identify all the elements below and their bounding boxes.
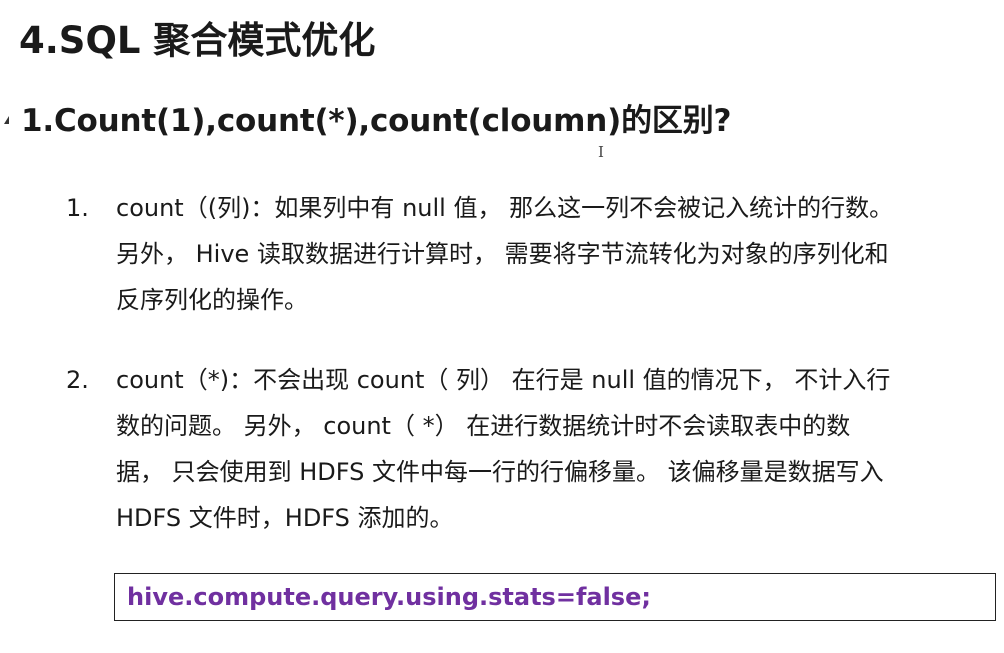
code-text: hive.compute.query.using.stats=false;	[127, 583, 651, 611]
list-text-line: HDFS 文件时，HDFS 添加的。	[116, 504, 454, 532]
page-title: 4.SQL 聚合模式优化	[19, 19, 376, 62]
list-text-line: count（*)：不会出现 count（ 列） 在行是 null 值的情况下， …	[116, 366, 891, 394]
list-text-line: 反序列化的操作。	[116, 286, 308, 314]
list-number: 1.	[66, 194, 89, 222]
text-cursor-icon: I	[598, 143, 604, 161]
list-text-line: 另外， Hive 读取数据进行计算时， 需要将字节流转化为对象的序列化和	[116, 240, 889, 268]
list-text-line: 数的问题。 另外， count（ *） 在进行数据统计时不会读取表中的数	[116, 412, 851, 440]
list-number: 2.	[66, 366, 89, 394]
list-text-line: count（(列)：如果列中有 null 值， 那么这一列不会被记入统计的行数。	[116, 194, 894, 222]
list-text-line: 据， 只会使用到 HDFS 文件中每一行的行偏移量。 该偏移量是数据写入	[116, 458, 884, 486]
collapse-triangle-icon[interactable]	[4, 116, 9, 124]
section-heading: 1.Count(1),count(*),count(cloumn)的区别?	[21, 103, 732, 139]
code-block: hive.compute.query.using.stats=false;	[114, 573, 996, 621]
